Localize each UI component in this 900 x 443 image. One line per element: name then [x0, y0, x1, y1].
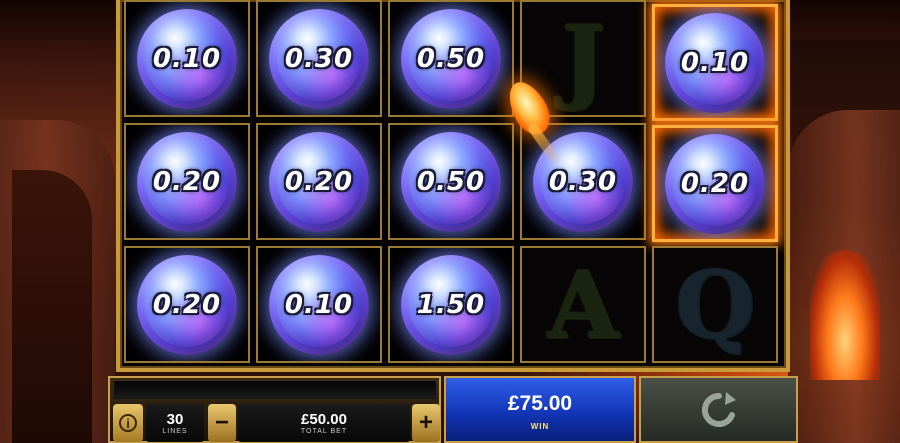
- orb-symbol: 0.20: [269, 131, 369, 232]
- win-display: £75.00 WIN: [444, 376, 636, 443]
- control-bar: i 30 LINES − £50.00 TOTAL BET + £75.00 W…: [108, 376, 798, 443]
- reel-grid: 0.10 0.30 0.50 J 0.10 0.20 0.20 0.50 0.3…: [124, 0, 780, 365]
- win-label: WIN: [530, 422, 550, 431]
- reel-cell-r1c1: 0.10: [124, 0, 250, 117]
- reel-cell-r3c4: A: [520, 246, 646, 363]
- orb-value: 0.20: [152, 289, 222, 320]
- spin-button[interactable]: [639, 376, 798, 443]
- reel-cell-r2c1: 0.20: [124, 123, 250, 240]
- orb-symbol: 0.20: [137, 131, 237, 232]
- letter-a-symbol: A: [547, 250, 619, 359]
- letter-j-symbol: J: [561, 4, 605, 113]
- total-bet-display: £50.00 TOTAL BET: [238, 404, 410, 442]
- reel-cell-r3c1: 0.20: [124, 246, 250, 363]
- reel-cell-r1c2: 0.30: [256, 0, 382, 117]
- orb-symbol: 0.20: [665, 133, 765, 234]
- left-doorway: [12, 170, 92, 443]
- orb-symbol: 0.50: [401, 8, 501, 109]
- orb-value: 0.10: [284, 289, 354, 320]
- lines-value: 30: [166, 410, 184, 428]
- orb-symbol: 0.50: [401, 131, 501, 232]
- reel-cell-r1c5: 0.10: [652, 4, 778, 121]
- reel-cell-r1c3: 0.50: [388, 0, 514, 117]
- info-button[interactable]: i: [113, 404, 143, 442]
- orb-symbol: 0.20: [137, 254, 237, 355]
- info-icon: i: [119, 414, 137, 432]
- fireplace: [810, 250, 880, 380]
- reel-cell-r2c2: 0.20: [256, 123, 382, 240]
- orb-value: 0.10: [680, 47, 750, 78]
- orb-symbol: 0.10: [269, 254, 369, 355]
- reel-cell-r3c2: 0.10: [256, 246, 382, 363]
- orb-value: 0.20: [284, 166, 354, 197]
- reel-cell-r2c5: 0.20: [652, 125, 778, 242]
- reel-cell-r2c3: 0.50: [388, 123, 514, 240]
- orb-value: 0.30: [548, 166, 618, 197]
- orb-value: 0.50: [416, 166, 486, 197]
- orb-value: 0.10: [152, 43, 222, 74]
- increase-bet-button[interactable]: +: [412, 404, 440, 442]
- win-value: £75.00: [507, 392, 573, 415]
- lines-label: LINES: [162, 427, 188, 435]
- orb-value: 0.50: [416, 43, 486, 74]
- orb-value: 1.50: [416, 289, 486, 320]
- orb-value: 0.30: [284, 43, 354, 74]
- letter-q-symbol: Q: [674, 250, 756, 359]
- total-bet-value: £50.00: [301, 410, 347, 428]
- orb-symbol: 1.50: [401, 254, 501, 355]
- orb-symbol: 0.10: [137, 8, 237, 109]
- message-strip: [114, 381, 436, 399]
- orb-symbol: 0.10: [665, 12, 765, 113]
- spin-icon: [701, 391, 736, 427]
- total-bet-label: TOTAL BET: [300, 427, 348, 435]
- bet-panel: i 30 LINES − £50.00 TOTAL BET +: [108, 376, 441, 443]
- lines-display: 30 LINES: [146, 404, 204, 442]
- orb-value: 0.20: [152, 166, 222, 197]
- orb-symbol: 0.30: [269, 8, 369, 109]
- reel-cell-r3c3: 1.50: [388, 246, 514, 363]
- reel-cell-r3c5: Q: [652, 246, 778, 363]
- orb-value: 0.20: [680, 168, 750, 199]
- decrease-bet-button[interactable]: −: [208, 404, 236, 442]
